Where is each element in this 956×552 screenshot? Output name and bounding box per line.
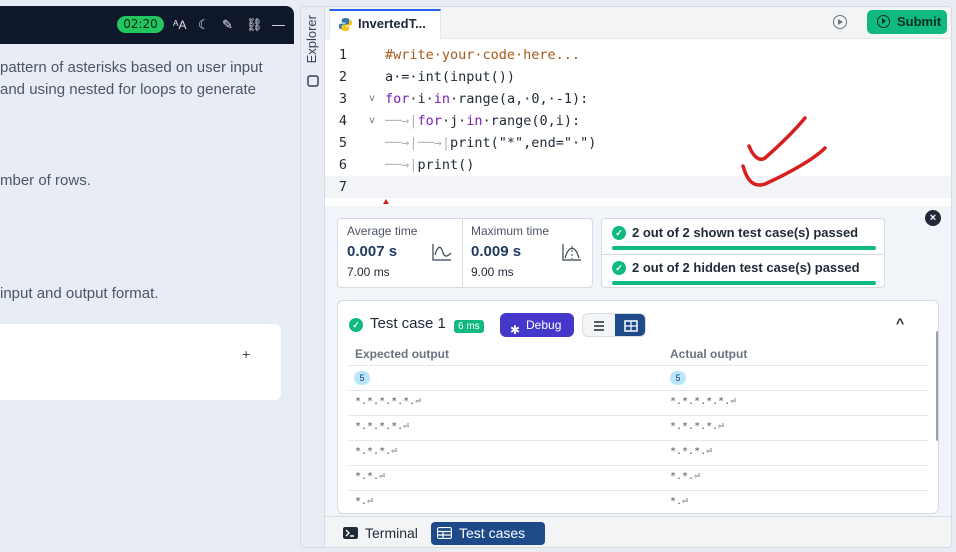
table-icon bbox=[437, 527, 452, 539]
expand-plus-icon[interactable]: + bbox=[242, 346, 250, 362]
tab-test-cases[interactable]: Test cases bbox=[431, 522, 545, 545]
test-case-header[interactable]: ✓ Test case 1 6 ms ✱ Debug ^ bbox=[338, 301, 938, 341]
pass-progress-bar bbox=[612, 281, 876, 285]
link-icon[interactable]: ⛓ bbox=[246, 17, 263, 33]
edit-icon[interactable]: ✎ bbox=[222, 17, 233, 33]
description-line: input and output format. bbox=[0, 285, 159, 302]
description-line: mber of rows. bbox=[0, 172, 91, 189]
cursor-marker-icon bbox=[383, 199, 389, 204]
description-line: and using nested for loops to generate bbox=[0, 81, 257, 98]
pass-progress-bar bbox=[612, 246, 876, 250]
pass-divider bbox=[602, 254, 884, 255]
debug-button[interactable]: ✱ Debug bbox=[500, 313, 574, 337]
submit-label: Submit bbox=[897, 14, 942, 29]
file-tab[interactable]: InvertedT... bbox=[329, 9, 441, 39]
problem-panel: 02:20 ᴬA ☾ ✎ ⛓ — pattern of asterisks ba… bbox=[0, 0, 294, 552]
code-line[interactable]: 3 v for·i·in·range(a,·0,·-1): bbox=[325, 88, 951, 110]
code-line[interactable]: 6 ──→|print() bbox=[325, 154, 951, 176]
table-row: *.*.*.*.*.⏎ *.*.*.*.*.⏎ bbox=[348, 390, 928, 415]
editor-tabbar: InvertedT... Submit bbox=[325, 7, 951, 39]
pass-summary-box: ✓ 2 out of 2 shown test case(s) passed ✓… bbox=[601, 218, 885, 288]
python-icon bbox=[338, 17, 353, 32]
table-row: *.⏎ *.⏎ bbox=[348, 490, 928, 513]
code-line[interactable]: 7 bbox=[325, 176, 951, 198]
average-time-metric: Average time 0.007 s 7.00 ms bbox=[338, 219, 466, 287]
moon-icon[interactable]: ☾ bbox=[198, 17, 210, 33]
code-line[interactable]: 2 a·=·int(input()) bbox=[325, 66, 951, 88]
close-icon[interactable]: × bbox=[925, 210, 941, 226]
list-view-icon[interactable] bbox=[583, 314, 615, 336]
app-root: 02:20 ᴬA ☾ ✎ ⛓ — pattern of asterisks ba… bbox=[0, 0, 956, 552]
table-view-icon[interactable] bbox=[615, 314, 645, 336]
test-case-title: Test case 1 bbox=[370, 315, 446, 332]
file-tab-label: InvertedT... bbox=[358, 16, 426, 31]
hidden-pass-row: ✓ 2 out of 2 hidden test case(s) passed bbox=[610, 256, 876, 286]
minimize-icon[interactable]: — bbox=[272, 17, 285, 33]
scrollbar[interactable] bbox=[936, 331, 938, 441]
code-line[interactable]: 5 ──→|──→|print("*",end="·") bbox=[325, 132, 951, 154]
test-case-time-badge: 6 ms bbox=[454, 320, 484, 333]
metrics-box: Average time 0.007 s 7.00 ms Maximum tim… bbox=[337, 218, 593, 288]
table-row: *.*.⏎ *.*.⏎ bbox=[348, 465, 928, 490]
maximum-chart-icon bbox=[562, 244, 581, 261]
terminal-icon bbox=[343, 527, 358, 539]
problem-toolbar: 02:20 ᴬA ☾ ✎ ⛓ — bbox=[0, 6, 294, 44]
table-row: *.*.*.*.⏎ *.*.*.*.⏎ bbox=[348, 415, 928, 440]
ide-panel: Explorer InvertedT... Submit 1 #write·yo… bbox=[300, 6, 952, 548]
expected-output-header: Expected output bbox=[355, 347, 450, 361]
code-line[interactable]: 4 v ──→|for·j·in·range(0,i): bbox=[325, 110, 951, 132]
check-circle-icon: ✓ bbox=[349, 318, 363, 332]
description-line: pattern of asterisks based on user input bbox=[0, 59, 263, 76]
code-editor[interactable]: 1 #write·your·code·here... 2 a·=·int(inp… bbox=[325, 40, 951, 206]
check-circle-icon: ✓ bbox=[612, 261, 626, 275]
chevron-up-icon[interactable]: ^ bbox=[896, 315, 904, 331]
table-row: *.*.*.⏎ *.*.*.⏎ bbox=[348, 440, 928, 465]
fold-chevron-icon[interactable]: v bbox=[369, 88, 375, 110]
play-icon bbox=[877, 15, 890, 28]
results-panel: × Average time 0.007 s 7.00 ms Maximum t… bbox=[325, 206, 951, 516]
maximum-time-metric: Maximum time 0.009 s 9.00 ms bbox=[462, 219, 590, 287]
bottom-tabbar: Terminal Test cases bbox=[325, 516, 951, 547]
tab-terminal[interactable]: Terminal bbox=[337, 522, 425, 545]
fold-chevron-icon[interactable]: v bbox=[369, 110, 375, 132]
collapsible-card[interactable]: + bbox=[0, 324, 281, 400]
explorer-sidebar[interactable]: Explorer bbox=[301, 7, 325, 547]
explorer-label[interactable]: Explorer bbox=[304, 15, 319, 63]
check-circle-icon: ✓ bbox=[612, 226, 626, 240]
timer-badge: 02:20 bbox=[117, 16, 164, 33]
view-toggle[interactable] bbox=[582, 313, 646, 337]
hand-drawn-check-icon bbox=[741, 116, 827, 187]
run-icon[interactable] bbox=[833, 15, 847, 29]
bug-icon: ✱ bbox=[510, 323, 521, 337]
font-size-icon[interactable]: ᴬA bbox=[173, 17, 186, 33]
input-badge: 5 bbox=[354, 371, 370, 385]
table-row: 5 5 bbox=[348, 365, 928, 390]
shown-pass-row: ✓ 2 out of 2 shown test case(s) passed bbox=[610, 221, 876, 251]
input-badge: 5 bbox=[670, 371, 686, 385]
file-icon bbox=[307, 75, 319, 87]
code-line[interactable]: 1 #write·your·code·here... bbox=[325, 44, 951, 66]
submit-button[interactable]: Submit bbox=[867, 10, 947, 34]
actual-output-header: Actual output bbox=[670, 347, 748, 361]
test-case-panel: ✓ Test case 1 6 ms ✱ Debug ^ Expected ou… bbox=[337, 300, 939, 514]
average-chart-icon bbox=[432, 244, 452, 261]
